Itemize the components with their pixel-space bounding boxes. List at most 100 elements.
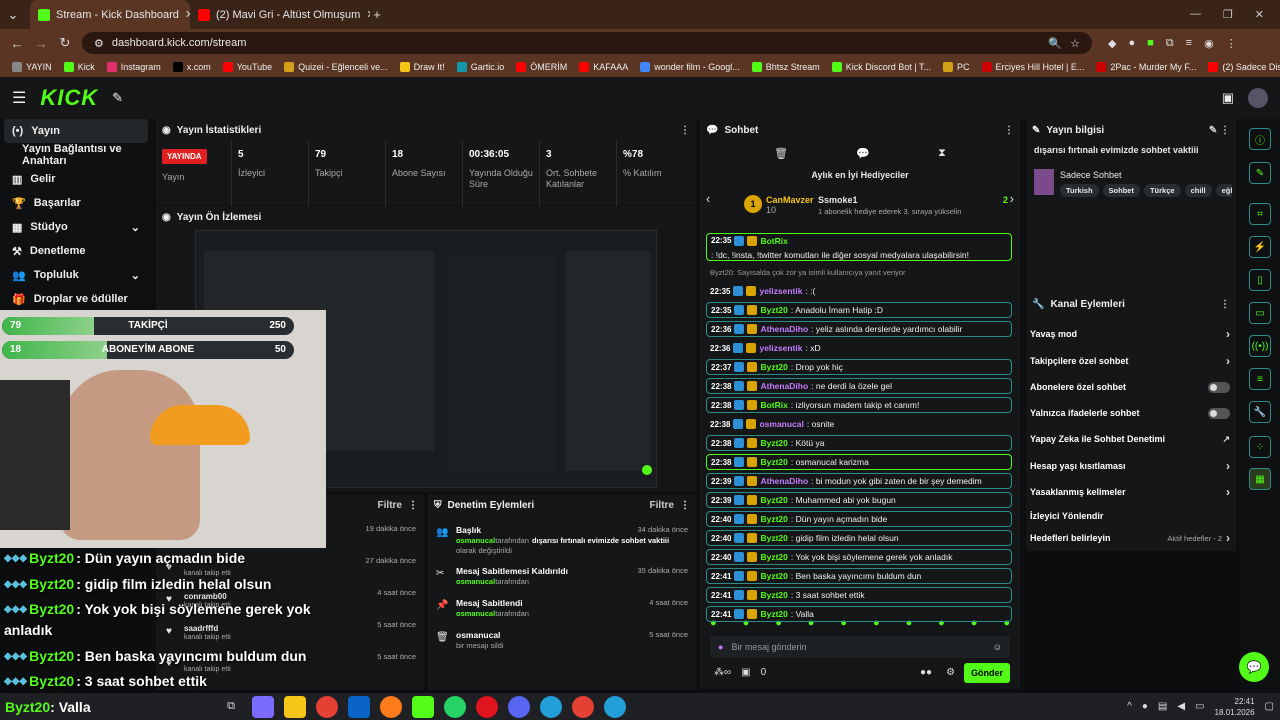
users-icon[interactable]: ⁘	[1249, 436, 1271, 458]
chat-username[interactable]: Byzt20	[760, 571, 787, 581]
site-info-icon[interactable]: ⚙	[94, 37, 104, 50]
chat-message[interactable]: 22:39 AthenaDiho: bi modun yok gibi zaten…	[706, 473, 1012, 489]
chat-username[interactable]: Byzt20	[760, 305, 787, 315]
bookmark-item[interactable]: YouTube	[217, 62, 278, 72]
pin-icon[interactable]: ✎	[112, 90, 123, 106]
firefox-icon[interactable]	[380, 695, 402, 718]
bookmark-item[interactable]: Quizei - Eğlenceli ve...	[278, 62, 394, 72]
channel-action-item[interactable]: Yavaş mod ›	[1030, 325, 1230, 343]
chat-username[interactable]: BotRix	[760, 400, 787, 410]
battery-icon[interactable]: ▭	[1195, 701, 1204, 712]
more-icon[interactable]: ⋮	[408, 500, 418, 511]
network-icon[interactable]: ▤	[1158, 701, 1167, 712]
chat-message[interactable]: 22:40 Byzt20: Dün yayın açmadın bide	[706, 511, 1012, 527]
sidebar-item[interactable]: 🏆 Başarılar	[0, 191, 152, 215]
hourglass-icon[interactable]: ⧗	[938, 147, 946, 160]
wallet-icon[interactable]: ▣	[1222, 90, 1234, 106]
tag-chip[interactable]: Turkish	[1060, 184, 1099, 197]
extensions-icon[interactable]: ⧉	[1166, 37, 1174, 50]
bookmark-item[interactable]: Erciyes Hill Hotel | E...	[976, 62, 1091, 72]
chat-message[interactable]: 22:37 Byzt20: Drop yok hiç	[706, 359, 1012, 375]
menu-icon[interactable]: ⋮	[1226, 37, 1237, 50]
bookmark-item[interactable]: Kick Discord Bot | T...	[826, 62, 937, 72]
whatsapp-icon[interactable]	[444, 695, 466, 718]
help-chat-button[interactable]: 💬	[1239, 652, 1269, 682]
tag-chip[interactable]: chill	[1184, 184, 1212, 197]
bookmark-item[interactable]: PC	[937, 62, 976, 72]
channel-action-item[interactable]: Yapay Zeka ile Sohbet Denetimi ↗	[1030, 430, 1230, 448]
list-icon[interactable]: ≡	[1249, 368, 1271, 390]
bookmark-item[interactable]: (2) Sadece Discord'a...	[1202, 62, 1280, 72]
outlook-icon[interactable]	[348, 695, 370, 718]
chat-username[interactable]: Byzt20	[760, 362, 787, 372]
chat-message[interactable]: 22:36 yelizsentik: xD	[706, 340, 1012, 356]
category-name[interactable]: Sadece Sohbet	[1060, 170, 1122, 180]
sidebar-item[interactable]: (•) Yayın	[4, 119, 148, 143]
sidebar-item[interactable]: ⚒ Denetleme	[0, 239, 152, 263]
forward-icon[interactable]: →	[34, 36, 48, 51]
channel-action-item[interactable]: Hedefleri belirleyin Aktif hedefler - 2 ›	[1030, 529, 1230, 547]
gear-icon[interactable]: ⚙	[946, 667, 955, 678]
tray-chevron-icon[interactable]: ^	[1127, 701, 1132, 712]
mod-action-item[interactable]: 👥 Başlık 34 dakika önce osmanucaltarafından…	[432, 525, 692, 555]
extension-icon[interactable]: ◆	[1108, 37, 1116, 50]
sidebar-item[interactable]: ▥ Gelir	[0, 167, 152, 191]
bookmark-item[interactable]: YAYIN	[6, 62, 58, 72]
new-tab-button[interactable]: +	[370, 7, 384, 22]
telegram-icon[interactable]	[604, 695, 626, 718]
bookmark-item[interactable]: x.com	[167, 62, 217, 72]
chat-username[interactable]: AthenaDiho	[760, 381, 808, 391]
emoji-icon[interactable]: ☺	[993, 642, 1002, 652]
toggle-switch[interactable]	[1208, 407, 1230, 419]
chat-message[interactable]: 22:41 Byzt20: Ben baska yayıncımı buldum …	[706, 568, 1012, 584]
points-icon[interactable]: ⁂∞	[714, 667, 731, 678]
more-icon[interactable]: ⋮	[1004, 125, 1014, 136]
tag-chip[interactable]: eğlen	[1215, 184, 1232, 197]
sidebar-item[interactable]: 👥 Topluluk ⌄	[0, 263, 152, 287]
chat-message[interactable]: 22:35 BotRix: !dc, !insta, !twitter komut…	[706, 233, 1012, 261]
page-icon[interactable]: ▯	[1249, 269, 1271, 291]
hamburger-menu-icon[interactable]: ☰	[12, 88, 26, 108]
mod-action-item[interactable]: 📌 Mesaj Sabitlendi 4 saat önce osmanucaltar…	[432, 598, 692, 628]
discord-icon[interactable]	[508, 695, 530, 718]
toggle-switch[interactable]	[1208, 381, 1230, 393]
kick-logo[interactable]: KICK	[40, 85, 98, 111]
chat-username[interactable]: Byzt20	[760, 552, 787, 562]
bolt-icon[interactable]: ⚡	[1249, 236, 1271, 258]
chat-bubble-icon[interactable]: 💬	[856, 147, 870, 160]
tag-chip[interactable]: Sohbet	[1102, 184, 1140, 197]
chat-username[interactable]: osmanucal	[759, 419, 803, 429]
bookmark-item[interactable]: ÖMERİM	[510, 62, 573, 72]
bookmark-item[interactable]: Draw It!	[394, 62, 451, 72]
chat-message[interactable]: 22:39 Byzt20: Muhammed abi yok bugun	[706, 492, 1012, 508]
chat-message[interactable]: 22:38 AthenaDiho: ne derdi la özele gel	[706, 378, 1012, 394]
file-explorer-icon[interactable]	[284, 695, 306, 718]
prev-arrow-icon[interactable]: ‹	[706, 191, 710, 206]
minimize-icon[interactable]: —	[1190, 8, 1201, 21]
edit-icon[interactable]: ✎	[1249, 162, 1271, 184]
chat-message[interactable]: 22:35 yelizsentik: :(	[706, 283, 1012, 299]
chat-message[interactable]: 22:35 Byzt20: Anadolu İmam Hatip :D	[706, 302, 1012, 318]
chat-message[interactable]: 22:38 BotRix: izliyorsun madem takip et c…	[706, 397, 1012, 413]
channel-action-item[interactable]: Abonelere özel sohbet	[1030, 378, 1230, 396]
star-icon[interactable]: ☆	[1070, 37, 1080, 50]
chat-username[interactable]: Byzt20	[760, 609, 787, 619]
chat-input[interactable]: ● Bir mesaj gönderin ☺	[710, 636, 1010, 658]
next-arrow-icon[interactable]: ›	[1010, 191, 1014, 206]
filter-button[interactable]: Filtre	[650, 500, 674, 511]
extension-icon[interactable]: ■	[1147, 37, 1154, 50]
more-icon[interactable]: ⋮	[680, 500, 690, 511]
chat-username[interactable]: Byzt20	[760, 514, 787, 524]
edit-pencil-icon[interactable]: ✎ ⋮	[1209, 125, 1230, 136]
chat-settings-icon[interactable]: ●●	[920, 667, 932, 678]
channel-action-item[interactable]: Takipçilere özel sohbet ›	[1030, 352, 1230, 370]
chat-message[interactable]: Byzt20: Sayısalda çok zor ya isimli kull…	[706, 264, 1012, 280]
mod-action-item[interactable]: ✂ Mesaj Sabitlemesi Kaldırıldı 35 dakika ö…	[432, 566, 692, 596]
channel-action-item[interactable]: Hesap yaşı kısıtlaması ›	[1030, 457, 1230, 475]
chat-username[interactable]: AthenaDiho	[760, 324, 808, 334]
wrench-icon[interactable]: 🔧	[1249, 401, 1271, 423]
chat-username[interactable]: Byzt20	[760, 438, 787, 448]
send-button[interactable]: Gönder	[964, 663, 1010, 683]
tab-youtube[interactable]: (2) Mavi Gri - Altüst Olmuşum ✕	[190, 0, 370, 29]
tab-kick-dashboard[interactable]: Stream - Kick Dashboard ✕	[30, 0, 190, 29]
